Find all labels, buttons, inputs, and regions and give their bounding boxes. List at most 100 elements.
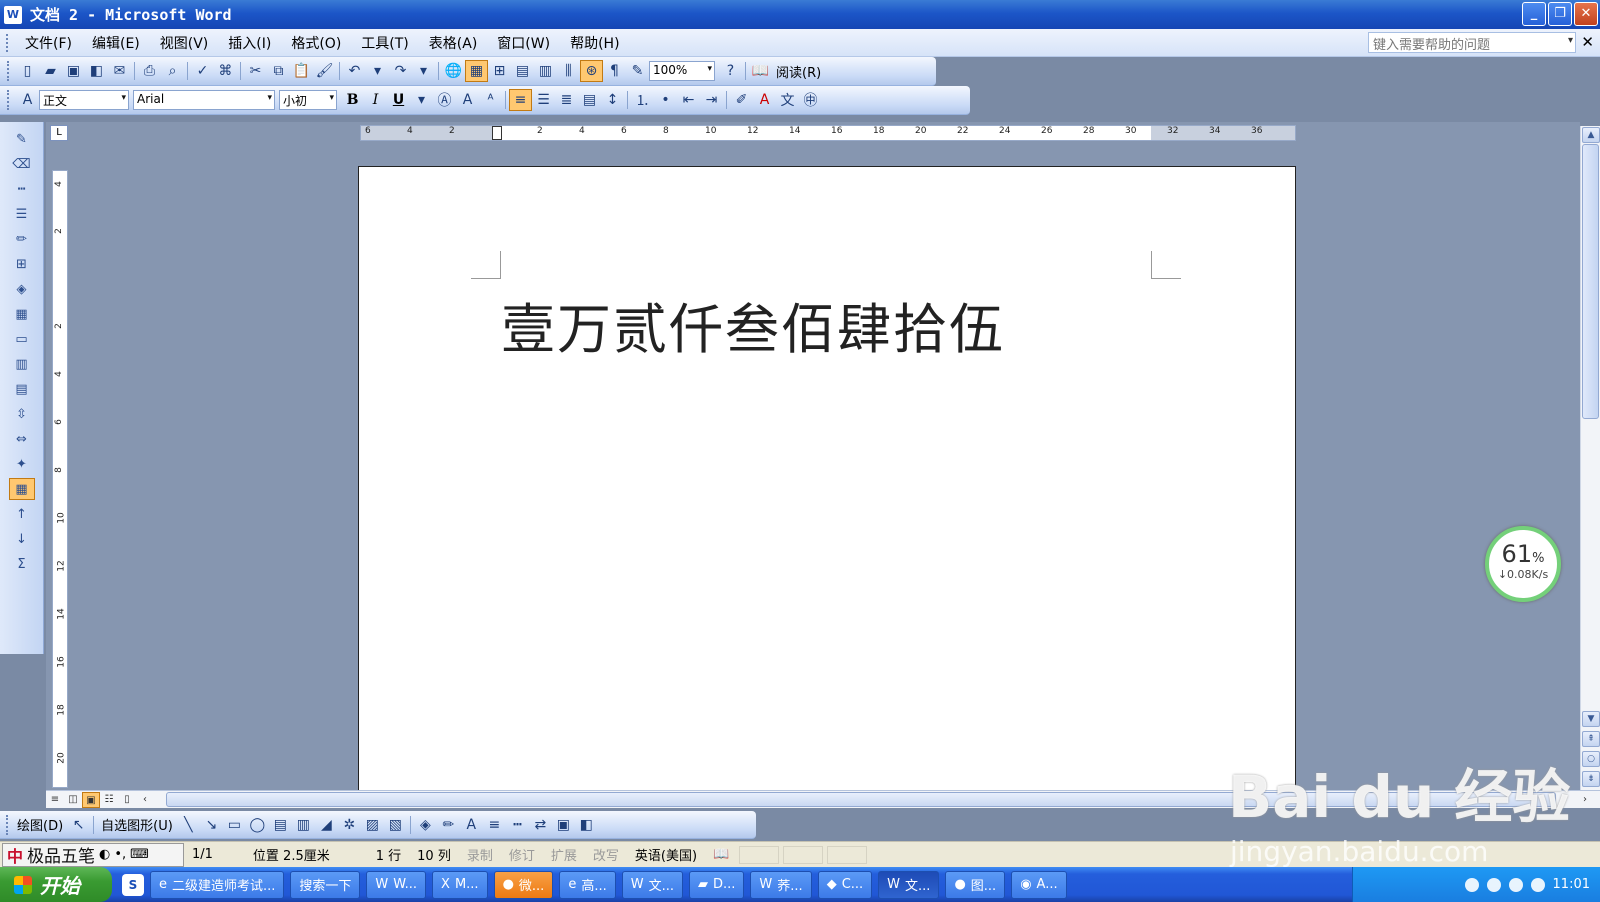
taskbar-item[interactable]: 搜索一下 xyxy=(290,870,361,899)
menu-window[interactable]: 窗口(W) xyxy=(487,31,560,55)
scroll-down-icon[interactable]: ▼ xyxy=(1582,711,1600,727)
network-speed-widget[interactable]: 61% ↓0.08K/s xyxy=(1485,526,1561,602)
line-weight-icon[interactable]: ☰ xyxy=(9,203,35,225)
wordart-icon[interactable]: ◢ xyxy=(315,814,338,836)
tray-icon[interactable] xyxy=(1464,877,1479,892)
insert-table-icon[interactable]: ▦ xyxy=(9,303,35,325)
align-center-icon[interactable]: ☰ xyxy=(532,89,555,111)
print-icon[interactable]: ⎙ xyxy=(138,60,161,82)
cut-icon[interactable]: ✂ xyxy=(244,60,267,82)
increase-indent-icon[interactable]: ⇥ xyxy=(700,89,723,111)
arrow-icon[interactable]: ↘ xyxy=(200,814,223,836)
spelling-status-icon[interactable]: 📖 xyxy=(705,847,737,862)
align-cell-icon[interactable]: ▤ xyxy=(9,378,35,400)
numbering-icon[interactable]: ⒈ xyxy=(631,89,654,111)
vertical-scrollbar[interactable]: ▲ ▼ ⇞ ○ ⇟ xyxy=(1580,126,1600,790)
menu-format[interactable]: 格式(O) xyxy=(281,31,351,55)
autoshapes-button[interactable]: 自选图形(U) xyxy=(97,815,177,834)
tab-selector[interactable]: L xyxy=(50,125,68,141)
scroll-right-icon[interactable]: › xyxy=(1576,792,1594,808)
distribute-columns-icon[interactable]: ⇔ xyxy=(9,428,35,450)
font-color-icon[interactable]: A xyxy=(460,814,483,836)
print-layout-icon[interactable]: ▣ xyxy=(82,791,100,808)
scroll-up-icon[interactable]: ▲ xyxy=(1582,127,1600,143)
permission-icon[interactable]: ◧ xyxy=(85,60,108,82)
taskbar-item[interactable]: W 文... xyxy=(621,870,683,899)
select-browse-object-icon[interactable]: ○ xyxy=(1582,751,1600,767)
underline-dropdown-icon[interactable]: ▾ xyxy=(410,89,433,111)
status-language[interactable]: 英语(美国) xyxy=(627,845,705,864)
research-icon[interactable]: ⌘ xyxy=(214,60,237,82)
hyperlink-icon[interactable]: 🌐 xyxy=(442,60,465,82)
start-button[interactable]: 开始 xyxy=(0,867,112,902)
insert-table-icon[interactable]: ⊞ xyxy=(488,60,511,82)
char-shading-icon[interactable]: A xyxy=(456,89,479,111)
reading-view-icon[interactable]: ▯ xyxy=(118,792,136,808)
document-page[interactable]: 壹万贰仟叁佰肆拾伍 xyxy=(358,166,1296,792)
style-dropdown-icon[interactable]: ▾ xyxy=(121,93,126,103)
distribute-rows-icon[interactable]: ⇳ xyxy=(9,403,35,425)
shadow-icon[interactable]: ▣ xyxy=(552,814,575,836)
arrow-style-icon[interactable]: ⇄ xyxy=(529,814,552,836)
spelling-icon[interactable]: ✓ xyxy=(191,60,214,82)
taskbar-item[interactable]: e 高... xyxy=(559,870,616,899)
status-track-changes[interactable]: 修订 xyxy=(501,845,543,864)
redo-icon[interactable]: ↷ xyxy=(389,60,412,82)
font-size-dropdown-icon[interactable]: ▾ xyxy=(329,93,334,103)
normal-view-icon[interactable]: ≡ xyxy=(46,792,64,808)
web-view-icon[interactable]: ◫ xyxy=(64,792,82,808)
columns-icon[interactable]: ▥ xyxy=(534,60,557,82)
document-text[interactable]: 壹万贰仟叁佰肆拾伍 xyxy=(501,285,1005,364)
reading-mode-button[interactable]: 阅读(R) xyxy=(776,62,821,81)
char-border-icon[interactable]: Ⓐ xyxy=(433,89,456,111)
help-dropdown-icon[interactable]: ▾ xyxy=(1568,35,1573,46)
print-preview-icon[interactable]: ⌕ xyxy=(161,60,184,82)
font-color-icon[interactable]: A xyxy=(753,89,776,111)
taskbar-item[interactable]: W 文... xyxy=(878,870,940,899)
menu-file[interactable]: 文件(F) xyxy=(15,31,82,55)
draw-table-icon[interactable]: ✎ xyxy=(9,128,35,150)
bold-button[interactable]: B xyxy=(341,89,364,111)
tray-icon[interactable] xyxy=(1486,877,1501,892)
clipart-icon[interactable]: ▨ xyxy=(361,814,384,836)
align-left-icon[interactable]: ≡ xyxy=(509,89,532,111)
menu-insert[interactable]: 插入(I) xyxy=(218,31,281,55)
border-color-icon[interactable]: ✏ xyxy=(9,228,35,250)
vertical-ruler[interactable]: 4 2 2 4 6 8 10 12 14 16 18 20 xyxy=(52,170,68,788)
tables-borders-icon[interactable]: ▦ xyxy=(465,60,488,82)
status-overtype[interactable]: 改写 xyxy=(585,845,627,864)
zoom-select[interactable]: 100% ▾ xyxy=(649,61,715,81)
drawing-icon[interactable]: ⫼ xyxy=(557,60,580,82)
undo-icon[interactable]: ↶ xyxy=(343,60,366,82)
scroll-left-icon[interactable]: ‹ xyxy=(136,792,154,808)
line-style-icon[interactable]: ≡ xyxy=(483,814,506,836)
menu-help[interactable]: 帮助(H) xyxy=(560,31,629,55)
taskbar-item[interactable]: e 二级建造师考试... xyxy=(150,870,285,899)
taskbar-item[interactable]: ◉ A... xyxy=(1011,870,1067,899)
previous-page-icon[interactable]: ⇞ xyxy=(1582,731,1600,747)
redo-dropdown-icon[interactable]: ▾ xyxy=(412,60,435,82)
sort-ascending-icon[interactable]: ↑ xyxy=(9,503,35,525)
vertical-textbox-icon[interactable]: ▥ xyxy=(292,814,315,836)
zoom-dropdown-icon[interactable]: ▾ xyxy=(707,64,712,74)
phonetic-guide-icon[interactable]: 文 xyxy=(776,89,799,111)
shading-color-icon[interactable]: ◈ xyxy=(9,278,35,300)
line-icon[interactable]: ╲ xyxy=(177,814,200,836)
help-question-input[interactable]: 键入需要帮助的问题 ▾ xyxy=(1368,32,1576,53)
word-app-icon[interactable]: W xyxy=(4,5,22,24)
ime-keyboard-icon[interactable]: ⌨ xyxy=(130,847,149,862)
toolbar-grip[interactable] xyxy=(7,90,10,110)
taskbar-item[interactable]: W 荞... xyxy=(750,870,812,899)
paste-icon[interactable]: 📋 xyxy=(290,60,313,82)
menubar-grip[interactable] xyxy=(6,33,9,52)
next-page-icon[interactable]: ⇟ xyxy=(1582,771,1600,787)
autoformat-icon[interactable]: ✦ xyxy=(9,453,35,475)
picture-icon[interactable]: ▧ xyxy=(384,814,407,836)
undo-dropdown-icon[interactable]: ▾ xyxy=(366,60,389,82)
taskbar-item[interactable]: ▰ D... xyxy=(689,870,745,899)
menu-table[interactable]: 表格(A) xyxy=(419,31,488,55)
merge-cells-icon[interactable]: ▭ xyxy=(9,328,35,350)
autosum-icon[interactable]: Σ xyxy=(9,553,35,575)
status-record[interactable]: 录制 xyxy=(459,845,501,864)
tray-icon[interactable] xyxy=(1508,877,1523,892)
